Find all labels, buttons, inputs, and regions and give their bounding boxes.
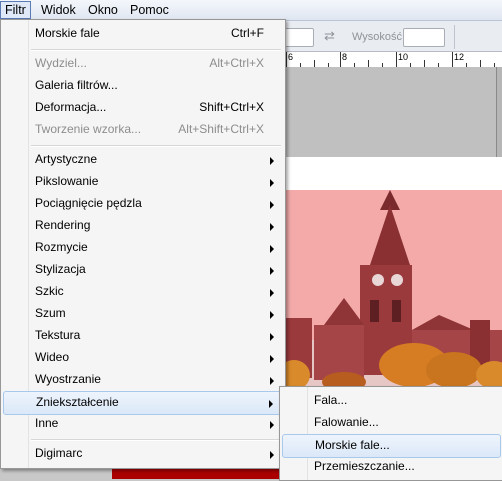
swap-icon[interactable]: ⇄	[324, 28, 335, 44]
menu-okno[interactable]: Okno	[84, 2, 122, 18]
submenu-arrow-icon	[270, 223, 274, 231]
submenu-arrow-icon	[270, 179, 274, 187]
menu-item-last-filter[interactable]: Morskie fale Ctrl+F	[3, 23, 282, 45]
menu-item-liquify[interactable]: Deformacja... Shift+Ctrl+X	[3, 97, 282, 119]
menu-item-render[interactable]: Rendering	[3, 215, 282, 237]
menu-item-pixelate[interactable]: Pikslowanie	[3, 171, 282, 193]
submenu-item-wave[interactable]: Fala...	[282, 390, 501, 412]
menu-separator	[31, 49, 281, 51]
distort-submenu: Fala... Falowanie... Morskie fale... Prz…	[279, 386, 502, 481]
submenu-arrow-icon	[270, 157, 274, 165]
ruler-number: 10	[398, 52, 409, 62]
menu-item-filter-gallery[interactable]: Galeria filtrów...	[3, 75, 282, 97]
document-margin	[284, 157, 502, 190]
submenu-arrow-icon	[270, 377, 274, 385]
menu-item-sketch[interactable]: Szkic	[3, 281, 282, 303]
menu-separator	[31, 145, 281, 147]
submenu-item-ocean-ripple[interactable]: Morskie fale...	[282, 434, 501, 458]
submenu-arrow-icon	[270, 289, 274, 297]
height-field[interactable]	[403, 28, 445, 47]
menu-item-blur[interactable]: Rozmycie	[3, 237, 282, 259]
submenu-arrow-icon	[270, 267, 274, 275]
ruler-number: 8	[342, 52, 348, 62]
menu-item-extract: Wydziel... Alt+Ctrl+X	[35, 56, 264, 70]
ruler-number: 6	[288, 52, 294, 62]
menu-pomoc[interactable]: Pomoc	[126, 2, 173, 18]
menu-item-noise[interactable]: Szum	[3, 303, 282, 325]
toolbar-separator	[454, 25, 455, 49]
ruler-number: 12	[454, 52, 465, 62]
menu-item-texture[interactable]: Tekstura	[3, 325, 282, 347]
submenu-arrow-icon	[270, 333, 274, 341]
menu-item-sharpen[interactable]: Wyostrzanie	[3, 369, 282, 391]
submenu-item-ripple[interactable]: Falowanie...	[282, 412, 501, 434]
castle-photo-image	[284, 190, 502, 390]
height-label: Wysokość:	[352, 31, 406, 43]
filter-menu: Morskie fale Ctrl+F Wydziel... Alt+Ctrl+…	[0, 19, 286, 469]
document-image	[284, 190, 502, 390]
width-field[interactable]	[284, 28, 314, 47]
menu-item-video[interactable]: Wideo	[3, 347, 282, 369]
horizontal-ruler: 6 8 10 12	[284, 52, 502, 68]
submenu-item-displace[interactable]: Przemieszczanie...	[282, 456, 501, 478]
menu-item-artistic[interactable]: Artystyczne	[3, 149, 282, 171]
menu-separator	[31, 439, 281, 441]
menu-item-stylize[interactable]: Stylizacja	[3, 259, 282, 281]
submenu-arrow-icon	[270, 311, 274, 319]
canvas-background	[284, 67, 502, 157]
menu-widok[interactable]: Widok	[37, 2, 80, 18]
menu-item-pattern-maker: Tworzenie wzorka... Alt+Shift+Ctrl+X	[35, 122, 264, 136]
submenu-arrow-icon	[270, 201, 274, 209]
menu-item-brush-strokes[interactable]: Pociągnięcie pędzla	[3, 193, 282, 215]
submenu-arrow-icon	[270, 421, 274, 429]
submenu-arrow-icon	[270, 245, 274, 253]
menu-item-distort[interactable]: Zniekształcenie	[3, 391, 282, 415]
menu-filtr[interactable]: Filtr	[0, 1, 31, 19]
options-bar: ⇄ Wysokość:	[284, 21, 502, 52]
menu-item-digimarc[interactable]: Digimarc	[3, 443, 282, 465]
submenu-arrow-icon	[270, 355, 274, 363]
submenu-arrow-icon	[269, 400, 273, 408]
menu-item-other[interactable]: Inne	[3, 413, 282, 435]
submenu-arrow-icon	[270, 451, 274, 459]
menu-bar: Filtr Widok Okno Pomoc	[0, 0, 502, 21]
